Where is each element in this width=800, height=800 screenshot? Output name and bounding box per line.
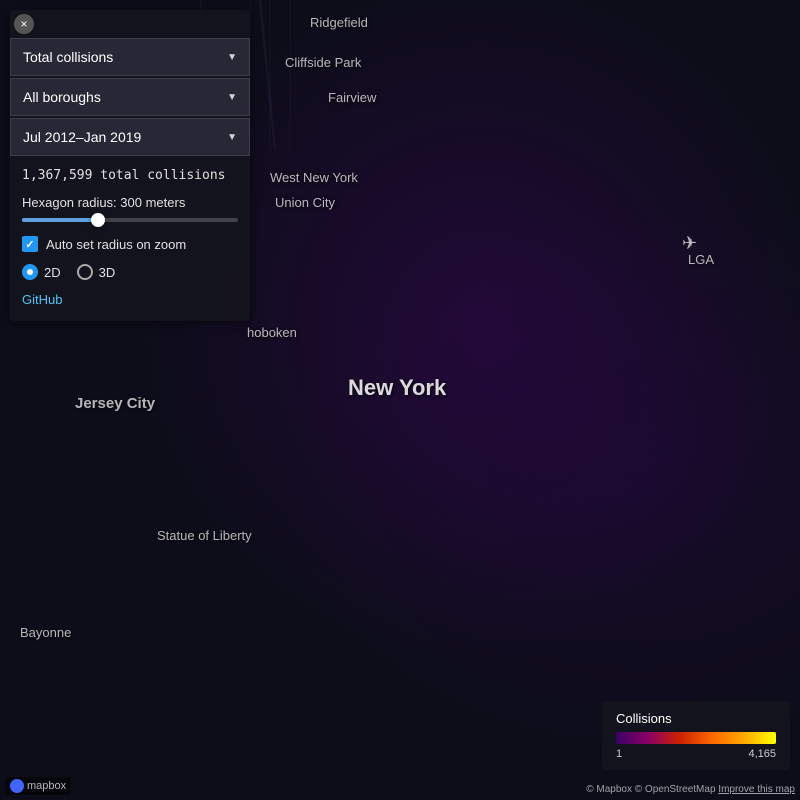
slider-thumb[interactable] <box>91 213 105 227</box>
slider-track <box>22 218 98 222</box>
legend: Collisions 1 4,165 <box>602 701 790 770</box>
metric-dropdown-arrow: ▼ <box>227 52 237 63</box>
mapbox-attribution: mapbox <box>5 777 71 795</box>
legend-color-bar <box>616 732 776 744</box>
airport-icon: ✈ <box>682 233 697 254</box>
date-dropdown-label: Jul 2012–Jan 2019 <box>23 129 141 145</box>
github-link[interactable]: GitHub <box>22 292 238 311</box>
checkmark-icon: ✓ <box>25 238 34 251</box>
radio-3d-option[interactable]: 3D <box>77 264 116 280</box>
auto-radius-checkbox[interactable]: ✓ <box>22 236 38 252</box>
mapbox-logo: mapbox <box>5 777 71 795</box>
mapbox-label: mapbox <box>27 780 66 792</box>
improve-map-link[interactable]: Improve this map <box>718 784 795 795</box>
osm-label: © OpenStreetMap <box>635 784 716 795</box>
mapbox-circle-icon <box>10 779 24 793</box>
panel-header: × <box>10 10 250 38</box>
borough-dropdown-label: All boroughs <box>23 89 101 105</box>
osm-attribution: © Mapbox © OpenStreetMap Improve this ma… <box>586 784 795 795</box>
close-button[interactable]: × <box>14 14 34 34</box>
total-collisions-stat: 1,367,599 total collisions <box>22 168 238 183</box>
borough-dropdown[interactable]: All boroughs ▼ <box>10 78 250 116</box>
panel-section: 1,367,599 total collisions Hexagon radiu… <box>10 158 250 321</box>
legend-title: Collisions <box>616 711 776 726</box>
radio-2d-dot[interactable] <box>22 264 38 280</box>
date-dropdown-arrow: ▼ <box>227 132 237 143</box>
radio-2d-label: 2D <box>44 265 61 280</box>
radio-3d-dot[interactable] <box>77 264 93 280</box>
date-dropdown[interactable]: Jul 2012–Jan 2019 ▼ <box>10 118 250 156</box>
metric-dropdown[interactable]: Total collisions ▼ <box>10 38 250 76</box>
legend-max-label: 4,165 <box>748 748 776 760</box>
borough-dropdown-arrow: ▼ <box>227 92 237 103</box>
slider-label: Hexagon radius: 300 meters <box>22 195 238 210</box>
legend-min-label: 1 <box>616 748 622 760</box>
radius-slider[interactable] <box>22 218 238 222</box>
radio-3d-label: 3D <box>99 265 116 280</box>
view-mode-row: 2D 3D <box>22 264 238 280</box>
mapbox-copyright: © Mapbox <box>586 784 632 795</box>
radio-2d-option[interactable]: 2D <box>22 264 61 280</box>
auto-radius-row: ✓ Auto set radius on zoom <box>22 236 238 252</box>
auto-radius-label: Auto set radius on zoom <box>46 237 186 252</box>
metric-dropdown-label: Total collisions <box>23 49 113 65</box>
control-panel: × Total collisions ▼ All boroughs ▼ Jul … <box>10 10 250 321</box>
legend-labels: 1 4,165 <box>616 748 776 760</box>
